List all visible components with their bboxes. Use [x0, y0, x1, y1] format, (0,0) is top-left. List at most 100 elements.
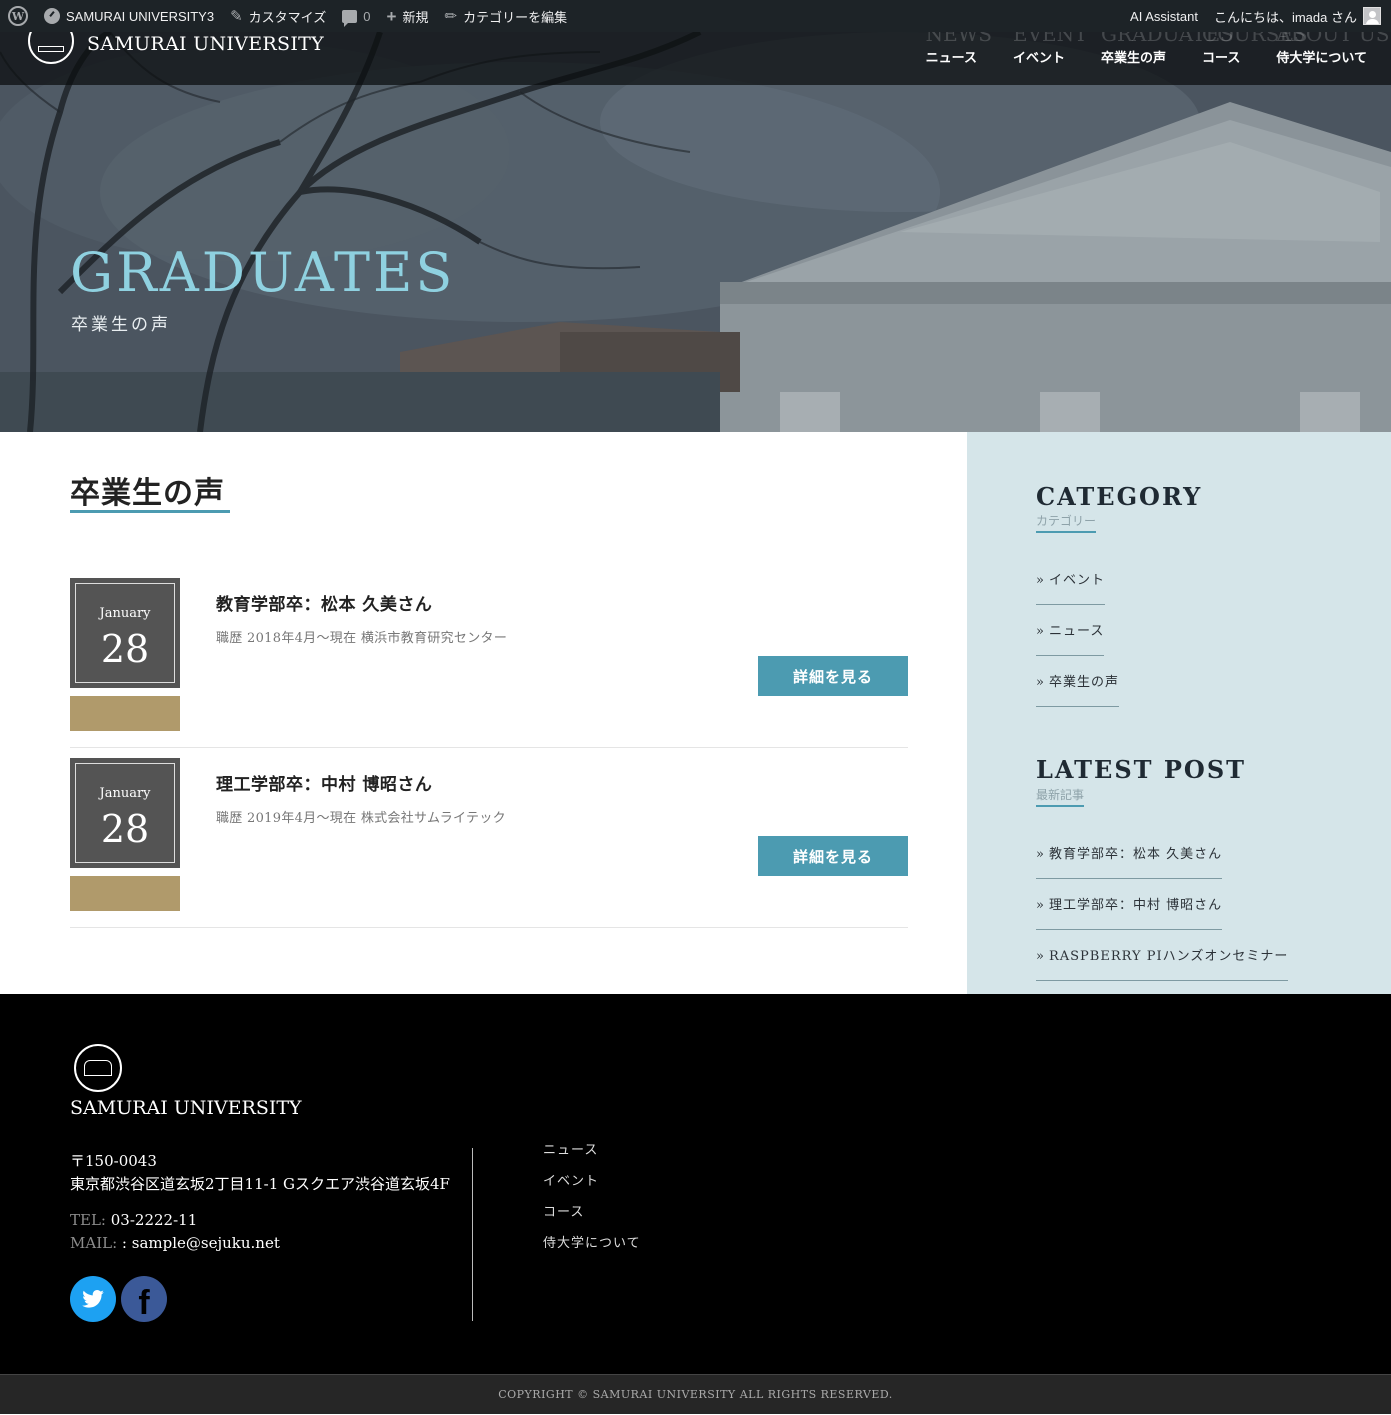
admin-edit-category-label: カテゴリーを編集: [463, 9, 568, 25]
page-title: 卒業生の声: [70, 476, 225, 511]
category-bar: [70, 696, 180, 731]
brush-icon: ✎: [230, 7, 243, 25]
footer-nav-news[interactable]: ニュース: [543, 1139, 641, 1170]
footer-logo-icon[interactable]: [74, 1044, 122, 1092]
admin-bar-left: W SAMURAI UNIVERSITY3 ✎ カスタマイズ 0 + 新規 ✏ …: [0, 0, 575, 32]
admin-customize-label: カスタマイズ: [248, 9, 327, 25]
date-month: January: [99, 786, 151, 801]
wordpress-icon: W: [8, 6, 28, 26]
date-day: 28: [100, 627, 150, 671]
page-title-underline: [70, 510, 230, 513]
category-heading: CATEGORY: [1036, 482, 1203, 511]
date-day: 28: [100, 807, 150, 851]
footer-street-address: 東京都渋谷区道玄坂2丁目11-1 Gスクエア渋谷道玄坂4F: [70, 1175, 450, 1193]
nav-item-ja: 卒業生の声: [1101, 51, 1167, 66]
footer-postal-code: 〒150-0043: [70, 1152, 157, 1170]
plus-icon: +: [386, 6, 397, 26]
facebook-icon: f: [138, 1284, 150, 1322]
global-nav: NEWS ニュース EVENT イベント GRADUATES 卒業生の声 COU…: [908, 32, 1390, 85]
footer-contact: TEL: 03-2222-11 MAIL: : sample@sejuku.ne…: [70, 1209, 280, 1255]
category-link-event[interactable]: » イベント: [1036, 569, 1105, 605]
admin-edit-category[interactable]: ✏ カテゴリーを編集: [436, 0, 575, 32]
admin-greeting: こんにちは、imada さん: [1213, 9, 1357, 25]
nav-item-en: ABOUT US: [1276, 32, 1390, 46]
main-content: 卒業生の声 January 28 教育学部卒：松本 久美さん 職歴 2018年4…: [0, 432, 967, 994]
double-chevron-right-icon: »: [1036, 847, 1045, 862]
category-link-graduates[interactable]: » 卒業生の声: [1036, 671, 1119, 707]
pencil-icon: ✏: [444, 7, 458, 25]
facebook-button[interactable]: f: [121, 1276, 167, 1322]
admin-comments[interactable]: 0: [334, 0, 378, 32]
footer: SAMURAI UNIVERSITY 〒150-0043 東京都渋谷区道玄坂2丁…: [0, 994, 1391, 1374]
double-chevron-right-icon: »: [1036, 573, 1045, 588]
admin-site-name-label: SAMURAI UNIVERSITY3: [66, 8, 215, 24]
category-bar: [70, 876, 180, 911]
double-chevron-right-icon: »: [1036, 949, 1045, 964]
twitter-button[interactable]: [70, 1276, 116, 1322]
copyright: COPYRIGHT © SAMURAI UNIVERSITY ALL RIGHT…: [0, 1374, 1391, 1414]
admin-new-label: 新規: [402, 9, 429, 25]
category-link-label: ニュース: [1048, 624, 1105, 639]
footer-nav-about[interactable]: 侍大学について: [543, 1232, 641, 1263]
avatar: [1363, 7, 1381, 25]
hero-subtitle: 卒業生の声: [71, 315, 171, 335]
dashboard-icon: [44, 8, 60, 24]
sidebar: CATEGORY カテゴリー » イベント » ニュース » 卒業生の声 LATEST…: [967, 432, 1391, 994]
latest-post-subheading: 最新記事: [1036, 786, 1085, 807]
nav-item-graduates[interactable]: GRADUATES 卒業生の声: [1083, 32, 1234, 85]
latest-post-link[interactable]: » 理工学部卒：中村 博昭さん: [1036, 894, 1223, 930]
site-title[interactable]: SAMURAI UNIVERSITY: [87, 33, 324, 55]
admin-new[interactable]: + 新規: [379, 0, 437, 32]
date-box: January 28: [70, 758, 180, 868]
category-link-news[interactable]: » ニュース: [1036, 620, 1105, 656]
nav-item-en: EVENT: [1012, 32, 1088, 46]
hero-background-image: [0, 32, 1391, 432]
post-career: 職歴 2019年4月〜現在 株式会社サムライテック: [216, 811, 506, 826]
admin-account[interactable]: こんにちは、imada さん: [1206, 0, 1391, 32]
tel-value: 03-2222-11: [110, 1211, 198, 1229]
post-title[interactable]: 教育学部卒：松本 久美さん: [216, 590, 432, 615]
nav-item-about[interactable]: ABOUT US 侍大学について: [1258, 32, 1389, 85]
footer-nav-event[interactable]: イベント: [543, 1170, 641, 1201]
site-header: SAMURAI UNIVERSITY NEWS ニュース EVENT イベント …: [0, 32, 1391, 85]
double-chevron-right-icon: »: [1036, 624, 1045, 639]
latest-post-label: 教育学部卒：松本 久美さん: [1048, 847, 1223, 862]
nav-item-ja: 侍大学について: [1276, 51, 1367, 66]
admin-ai-assistant[interactable]: AI Assistant: [1122, 0, 1206, 32]
hero: SAMURAI UNIVERSITY NEWS ニュース EVENT イベント …: [0, 32, 1391, 432]
post-title[interactable]: 理工学部卒：中村 博昭さん: [216, 770, 432, 795]
nav-item-ja: ニュース: [925, 51, 977, 66]
latest-post-label: 理工学部卒：中村 博昭さん: [1048, 898, 1223, 913]
post-card: January 28 教育学部卒：松本 久美さん 職歴 2018年4月〜現在 横…: [70, 578, 908, 748]
latest-post-link[interactable]: » 教育学部卒：松本 久美さん: [1036, 843, 1223, 879]
university-logo-icon[interactable]: [28, 32, 74, 64]
nav-item-en: NEWS: [925, 32, 992, 46]
category-link-label: 卒業生の声: [1048, 675, 1119, 690]
footer-nav-courses[interactable]: コース: [543, 1201, 641, 1232]
admin-site-name[interactable]: SAMURAI UNIVERSITY3: [36, 0, 222, 32]
nav-item-event[interactable]: EVENT イベント: [995, 32, 1087, 85]
wordpress-menu[interactable]: W: [0, 0, 36, 32]
double-chevron-right-icon: »: [1036, 898, 1045, 913]
mail-value[interactable]: : sample@sejuku.net: [122, 1234, 280, 1252]
footer-site-name: SAMURAI UNIVERSITY: [70, 1097, 302, 1119]
date-box: January 28: [70, 578, 180, 688]
tel-label: TEL:: [70, 1211, 106, 1229]
date-month: January: [99, 606, 151, 621]
comment-icon: [342, 9, 358, 27]
nav-item-courses[interactable]: COURSES コース: [1184, 32, 1308, 85]
nav-item-news[interactable]: NEWS ニュース: [908, 32, 995, 85]
footer-nav: ニュース イベント コース 侍大学について: [543, 1139, 641, 1263]
footer-address: 〒150-0043 東京都渋谷区道玄坂2丁目11-1 Gスクエア渋谷道玄坂4F: [70, 1150, 450, 1196]
footer-divider: [472, 1148, 473, 1321]
nav-item-ja: コース: [1202, 51, 1241, 66]
latest-post-heading: LATEST POST: [1036, 755, 1247, 784]
admin-bar-right: AI Assistant こんにちは、imada さん: [1122, 0, 1391, 32]
admin-customize[interactable]: ✎ カスタマイズ: [222, 0, 334, 32]
details-button[interactable]: 詳細を見る: [758, 836, 908, 876]
details-button[interactable]: 詳細を見る: [758, 656, 908, 696]
post-card: January 28 理工学部卒：中村 博昭さん 職歴 2019年4月〜現在 株…: [70, 758, 908, 928]
latest-post-link[interactable]: » RASPBERRY PIハンズオンセミナー: [1036, 945, 1289, 981]
admin-ai-assistant-label: AI Assistant: [1130, 8, 1198, 24]
nav-item-ja: イベント: [1012, 51, 1065, 66]
